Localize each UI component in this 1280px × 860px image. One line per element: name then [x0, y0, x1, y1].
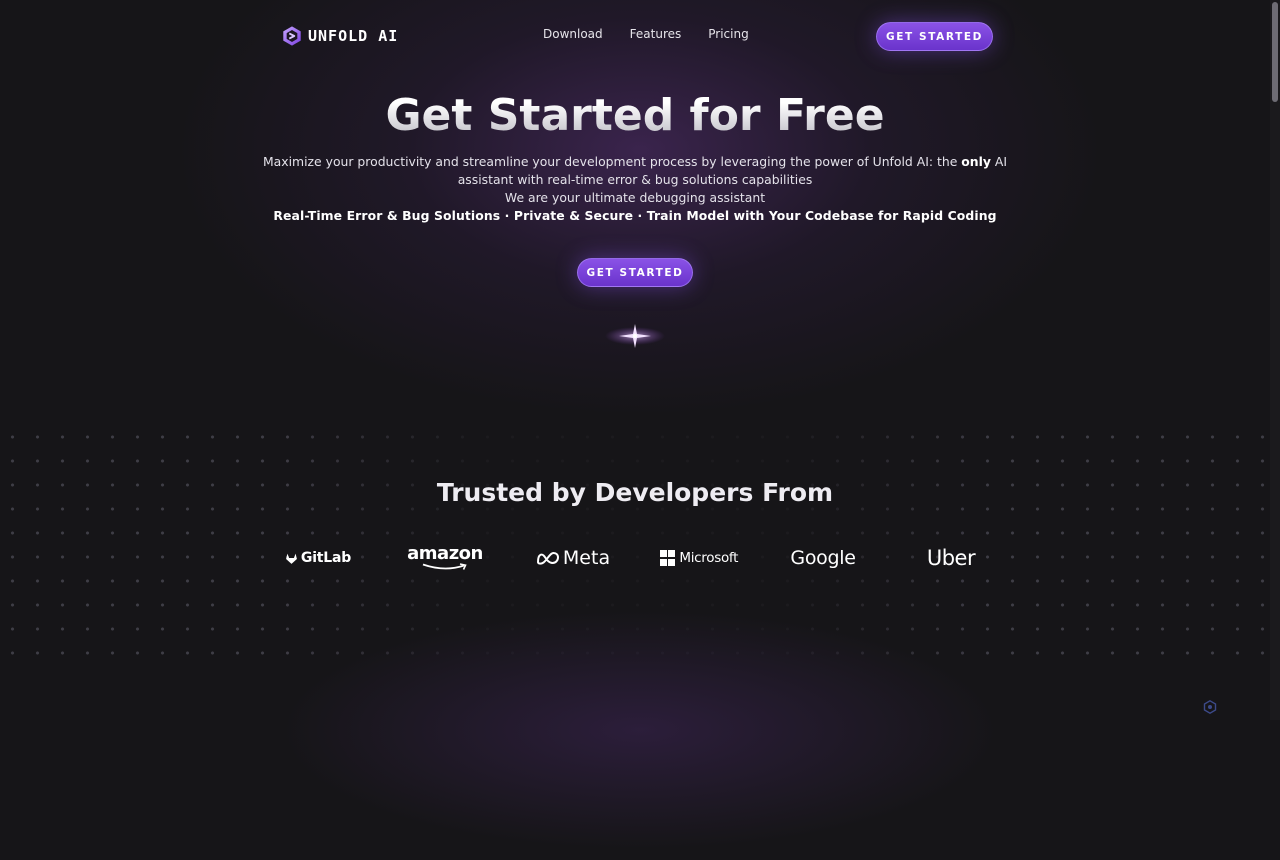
page-scrollbar[interactable] — [1270, 0, 1280, 720]
hero-description-emphasis: only — [961, 154, 991, 169]
logo-amazon-text: amazon — [407, 543, 483, 564]
brand-logos-row: GitLab amazon Meta Microsoft Google Uber — [255, 540, 1015, 576]
hero-subtitle: We are your ultimate debugging assistant — [504, 190, 766, 205]
gitlab-fox-icon — [285, 553, 297, 564]
logo-meta: Meta — [529, 540, 617, 576]
logo-uber: Uber — [919, 540, 983, 576]
help-widget-icon[interactable] — [1203, 700, 1217, 714]
logo-gitlab-text: GitLab — [300, 550, 352, 566]
logo-meta-text: Meta — [562, 547, 611, 569]
sparkle-star-icon — [605, 324, 665, 348]
amazon-smile-icon — [422, 563, 467, 570]
header-get-started-button[interactable]: GET STARTED — [876, 22, 993, 51]
brand-logo[interactable]: UNFOLD AI — [281, 25, 398, 47]
meta-infinity-icon — [536, 551, 559, 565]
hero-features-line: Real-Time Error & Bug Solutions · Privat… — [273, 208, 997, 223]
logo-amazon: amazon — [405, 540, 485, 576]
hero-get-started-button[interactable]: GET STARTED — [577, 258, 693, 287]
hexagon-chevron-icon — [283, 26, 301, 46]
microsoft-grid-icon — [659, 550, 676, 566]
brand-name: UNFOLD AI — [308, 27, 399, 45]
scrollbar-thumb[interactable] — [1272, 2, 1278, 102]
logo-microsoft: Microsoft — [655, 540, 743, 576]
logo-microsoft-text: Microsoft — [679, 550, 739, 566]
hero-description-text: Maximize your productivity and streamlin… — [262, 154, 962, 169]
logo-uber-text: Uber — [926, 546, 976, 570]
hero-title: Get Started for Free — [0, 90, 1270, 141]
nav-link-features[interactable]: Features — [630, 27, 682, 41]
trusted-title: Trusted by Developers From — [436, 478, 834, 507]
logo-google: Google — [787, 540, 859, 576]
logo-gitlab: GitLab — [283, 540, 353, 576]
hero-description: Maximize your productivity and streamlin… — [256, 153, 1014, 189]
nav-link-download[interactable]: Download — [543, 27, 603, 41]
logo-google-text: Google — [790, 547, 856, 569]
nav-link-pricing[interactable]: Pricing — [708, 27, 748, 41]
main-nav: Download Features Pricing — [543, 27, 749, 41]
